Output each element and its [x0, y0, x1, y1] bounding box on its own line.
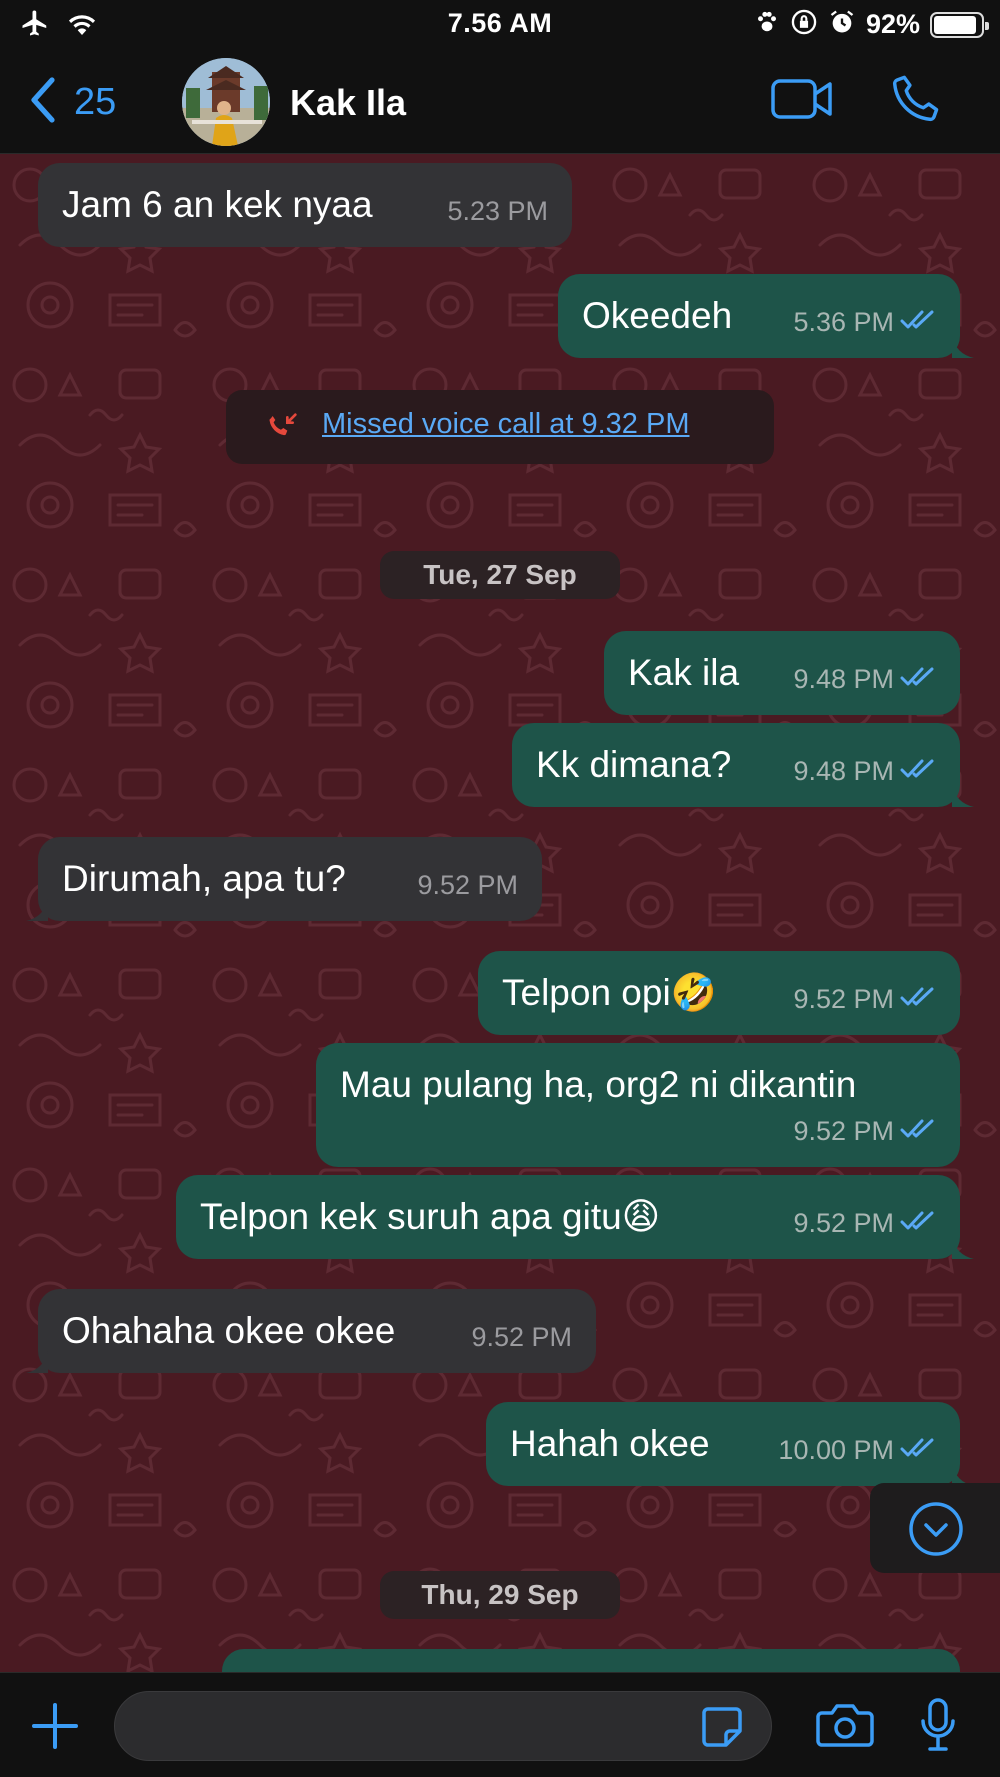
read-ticks-icon	[900, 1109, 936, 1153]
message-text: Hahah okee	[510, 1423, 710, 1464]
voice-note-button[interactable]	[918, 1697, 958, 1758]
battery-icon	[930, 11, 989, 38]
message-time: 5.23 PM	[447, 189, 548, 233]
missed-call-notice[interactable]: Missed voice call at 9.32 PM	[226, 390, 774, 464]
message-outgoing[interactable]: Kak ila 9.48 PM	[604, 631, 960, 715]
plus-icon	[30, 1703, 80, 1755]
date-separator: Tue, 27 Sep	[380, 551, 620, 599]
message-text: Mau pulang ha, org2 ni dikantin	[340, 1064, 857, 1105]
time-label: 9.52 PM	[793, 1208, 894, 1238]
time-label: 9.48 PM	[793, 664, 894, 694]
message-list[interactable]: Jam 6 an kek nyaa 5.23 PM Okeedeh 5.36 P…	[0, 155, 1000, 1672]
message-time: 9.52 PM	[793, 977, 936, 1021]
time-label: 9.48 PM	[793, 756, 894, 786]
message-incoming[interactable]: Jam 6 an kek nyaa 5.23 PM	[38, 163, 572, 247]
avatar[interactable]	[182, 58, 270, 146]
status-bar: 7.56 AM 92%	[0, 0, 1000, 50]
chat-header: 25 Kak Ila	[0, 50, 1000, 154]
message-outgoing-partial[interactable]	[222, 1649, 960, 1672]
read-ticks-icon	[900, 657, 936, 701]
message-time: 10.00 PM	[778, 1428, 936, 1472]
read-ticks-icon	[900, 1428, 936, 1472]
missed-call-icon	[266, 412, 298, 449]
message-text: Okeedeh	[582, 295, 733, 336]
sticker-icon	[700, 1707, 744, 1753]
message-text: Jam 6 an kek nyaa	[62, 184, 373, 225]
message-time: 9.52 PM	[417, 863, 518, 907]
time-label: 10.00 PM	[778, 1435, 894, 1465]
message-text: Telpon opi🤣	[502, 972, 717, 1013]
attach-button[interactable]	[30, 1701, 80, 1756]
time-label: 9.52 PM	[471, 1322, 572, 1352]
message-outgoing[interactable]: Mau pulang ha, org2 ni dikantin 9.52 PM	[316, 1043, 960, 1167]
time-label: 9.52 PM	[417, 870, 518, 900]
read-ticks-icon	[900, 300, 936, 344]
time-label: 9.52 PM	[793, 984, 894, 1014]
message-time: 5.36 PM	[793, 300, 936, 344]
time-label: 5.36 PM	[793, 307, 894, 337]
camera-icon	[816, 1704, 874, 1753]
phone-icon	[890, 75, 942, 128]
video-call-button[interactable]	[770, 76, 834, 127]
message-text: Telpon kek suruh apa gitu😩	[200, 1196, 661, 1237]
contact-name[interactable]: Kak Ila	[290, 82, 406, 124]
read-ticks-icon	[900, 1201, 936, 1245]
message-text: Kak ila	[628, 652, 740, 693]
message-text: Kk dimana?	[536, 744, 732, 785]
paw-icon	[754, 9, 780, 40]
battery-tip	[985, 21, 989, 30]
message-outgoing[interactable]: Telpon kek suruh apa gitu😩 9.52 PM	[176, 1175, 974, 1259]
bubble-tail	[952, 336, 974, 358]
battery-fill	[934, 15, 977, 34]
chevron-left-icon	[28, 76, 56, 129]
scroll-to-bottom-button[interactable]	[870, 1483, 1000, 1573]
read-ticks-icon	[900, 749, 936, 793]
alarm-icon	[828, 8, 856, 41]
sticker-button[interactable]	[700, 1705, 744, 1754]
back-button[interactable]: 25	[28, 76, 116, 129]
bubble-tail	[952, 785, 974, 807]
bubble-tail	[952, 1237, 974, 1259]
video-call-icon	[770, 79, 834, 126]
voice-call-button[interactable]	[890, 72, 942, 129]
composer-bar	[0, 1672, 1000, 1777]
microphone-icon	[918, 1698, 958, 1757]
camera-button[interactable]	[816, 1701, 874, 1754]
message-text: Dirumah, apa tu?	[62, 858, 346, 899]
read-ticks-icon	[900, 977, 936, 1021]
message-outgoing[interactable]: Okeedeh 5.36 PM	[558, 274, 974, 358]
time-label: 5.23 PM	[447, 196, 548, 226]
message-incoming[interactable]: Dirumah, apa tu? 9.52 PM	[26, 837, 542, 921]
battery-percent: 92%	[865, 9, 920, 39]
time-label: 9.52 PM	[793, 1116, 894, 1146]
lock-rotation-icon	[790, 8, 818, 41]
message-incoming[interactable]: Ohahaha okee okee 9.52 PM	[26, 1289, 596, 1373]
date-separator: Thu, 29 Sep	[380, 1571, 620, 1619]
message-outgoing[interactable]: Hahah okee 10.00 PM	[486, 1402, 974, 1486]
bubble-tail	[26, 1351, 48, 1373]
message-time: 9.48 PM	[793, 657, 936, 701]
whatsapp-chat-screen: 7.56 AM 92% 25 Kak Ila Jam 6 an kek nyaa…	[0, 0, 1000, 1777]
message-outgoing[interactable]: Kk dimana? 9.48 PM	[512, 723, 974, 807]
bubble-tail	[26, 899, 48, 921]
missed-call-text[interactable]: Missed voice call at 9.32 PM	[322, 408, 689, 441]
unread-count: 25	[74, 81, 117, 123]
status-right: 92%	[754, 8, 989, 41]
message-time: 9.52 PM	[793, 1109, 936, 1153]
message-time: 9.52 PM	[793, 1201, 936, 1245]
message-time: 9.52 PM	[471, 1315, 572, 1359]
message-time: 9.48 PM	[793, 749, 936, 793]
message-outgoing[interactable]: Telpon opi🤣 9.52 PM	[478, 951, 960, 1035]
message-text: Ohahaha okee okee	[62, 1310, 396, 1351]
message-input[interactable]	[114, 1691, 772, 1761]
